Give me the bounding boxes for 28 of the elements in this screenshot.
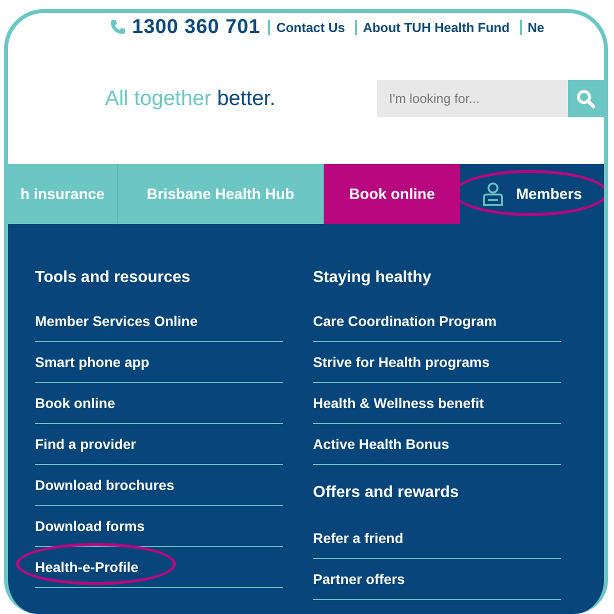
menu-link[interactable]: Health-e-Profile — [35, 547, 283, 588]
menu-link[interactable]: Strive for Health programs — [313, 342, 561, 383]
menu-link[interactable]: Smart phone app — [35, 342, 283, 383]
menu-link[interactable]: Care Coordination Program — [313, 301, 561, 342]
search-button[interactable] — [568, 80, 604, 117]
search-icon — [576, 88, 596, 108]
menu-link[interactable]: Refer a friend — [313, 518, 561, 559]
menu-link[interactable]: Find a provider — [35, 424, 283, 465]
menu-link[interactable]: Book online — [35, 383, 283, 424]
menu-link[interactable]: Health & Wellness benefit — [313, 383, 561, 424]
menu-heading: Offers and rewards — [313, 483, 460, 503]
nav-tab[interactable]: Book online — [324, 164, 460, 224]
menu-link[interactable]: Download brochures — [35, 465, 283, 506]
menu-heading: Staying healthy — [313, 268, 432, 288]
phone-icon — [110, 19, 126, 35]
top-link[interactable]: About TUH Health Fund — [362, 20, 510, 34]
menu-link[interactable]: Download forms — [35, 506, 283, 547]
person-icon — [482, 182, 504, 206]
menu-heading: Tools and resources — [35, 268, 192, 288]
top-link[interactable]: Contact Us — [276, 20, 345, 34]
nav-tab[interactable]: Members — [460, 164, 604, 224]
tagline: All together better. — [105, 86, 276, 110]
menu-link[interactable]: Active Health Bonus — [313, 424, 561, 465]
phone-number[interactable]: 1300 360 701 — [132, 16, 260, 38]
menu-link[interactable]: Partner offers — [313, 559, 561, 600]
search-field[interactable]: I'm looking for... — [377, 80, 568, 117]
menu-link[interactable]: Member Services Online — [35, 301, 283, 342]
top-link[interactable]: Ne — [528, 20, 544, 34]
